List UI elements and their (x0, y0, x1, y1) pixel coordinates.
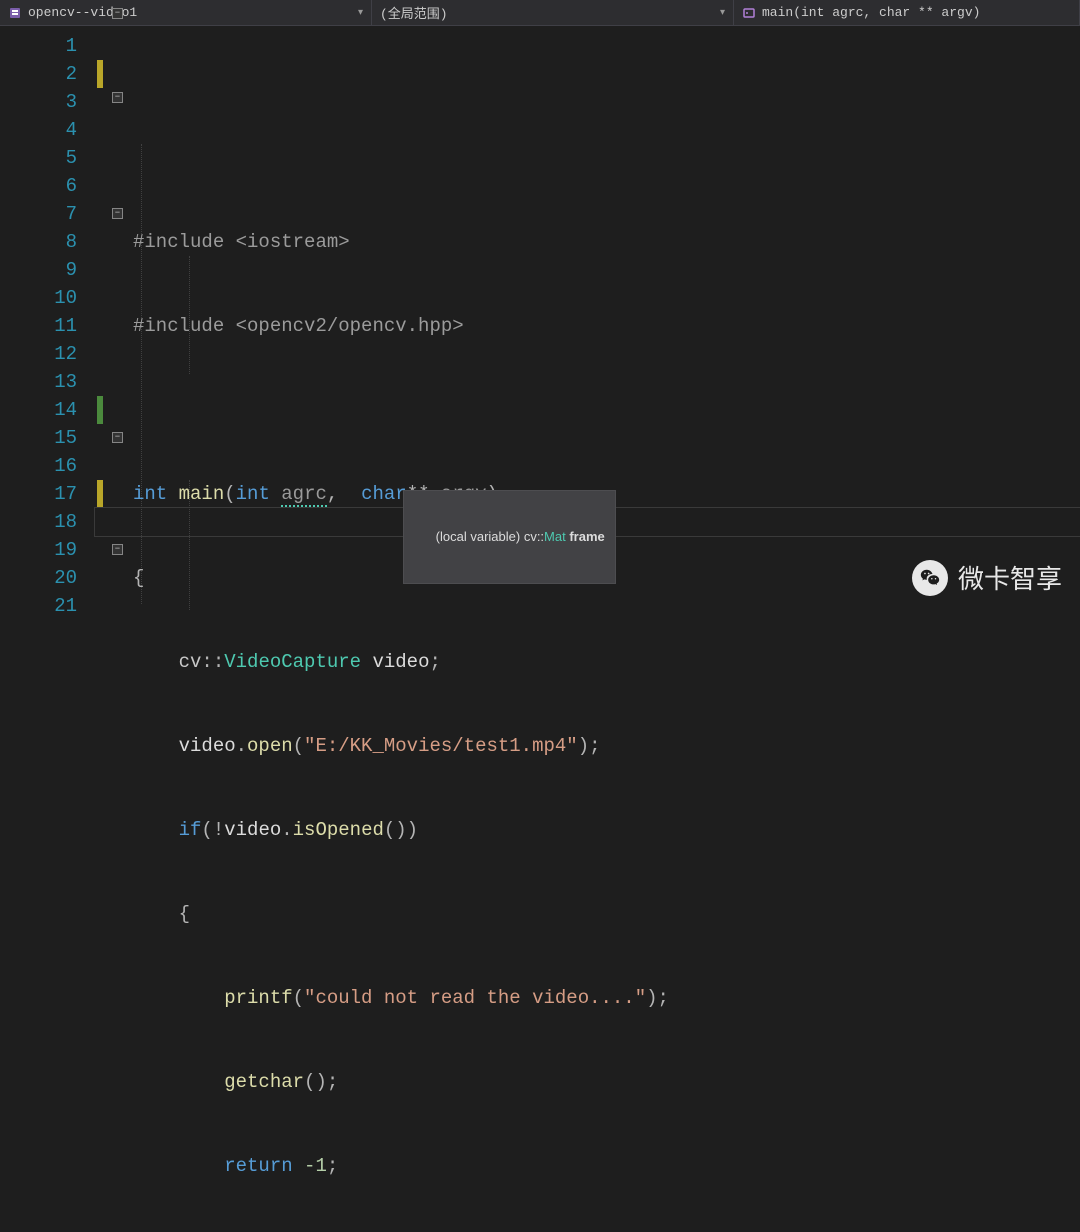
line-number: 1 (0, 32, 77, 60)
chevron-down-icon: ▾ (720, 7, 725, 19)
line-number: 6 (0, 172, 77, 200)
project-icon (8, 6, 22, 20)
watermark-text: 微卡智享 (958, 559, 1062, 596)
project-label: opencv--video1 (28, 5, 358, 20)
chevron-down-icon: ▾ (358, 7, 363, 19)
code-line: cv::VideoCapture video; (133, 648, 1080, 676)
code-line: #include <opencv2/opencv.hpp> (133, 312, 1080, 340)
line-number: 13 (0, 368, 77, 396)
line-number: 8 (0, 228, 77, 256)
line-number: 19 (0, 536, 77, 564)
watermark: 微卡智享 (912, 559, 1062, 596)
code-line: { (133, 900, 1080, 928)
line-number: 7 (0, 200, 77, 228)
code-editor[interactable]: 1 2 3 4 5 6 7 8 9 10 11 12 13 14 15 16 1… (0, 26, 1080, 616)
scope-label: (全局范围) (380, 3, 720, 22)
scope-dropdown[interactable]: (全局范围) ▾ (372, 0, 734, 25)
code-line: if(!video.isOpened()) (133, 816, 1080, 844)
line-number-gutter: 1 2 3 4 5 6 7 8 9 10 11 12 13 14 15 16 1… (0, 26, 95, 616)
hover-tooltip: (local variable) cv::Mat frame (403, 490, 616, 584)
line-number: 14 (0, 396, 77, 424)
code-line: #include <iostream> (133, 228, 1080, 256)
wechat-icon (912, 560, 948, 596)
line-number: 4 (0, 116, 77, 144)
function-label: main(int agrc, char ** argv) (762, 5, 1071, 20)
line-number: 5 (0, 144, 77, 172)
tooltip-type: Mat (544, 529, 566, 544)
line-number: 18 (0, 508, 77, 536)
line-number: 17 (0, 480, 77, 508)
line-number: 11 (0, 312, 77, 340)
line-number: 10 (0, 284, 77, 312)
line-number: 15 (0, 424, 77, 452)
code-line: return -1; (133, 1152, 1080, 1180)
line-number: 12 (0, 340, 77, 368)
code-line: video.open("E:/KK_Movies/test1.mp4"); (133, 732, 1080, 760)
indent-guide (141, 144, 142, 604)
code-line: printf("could not read the video...."); (133, 984, 1080, 1012)
function-icon (742, 6, 756, 20)
tooltip-name: frame (569, 529, 604, 544)
breadcrumb-navbar: opencv--video1 ▾ (全局范围) ▾ main(int agrc,… (0, 0, 1080, 26)
code-area[interactable]: #include <iostream> #include <opencv2/op… (95, 26, 1080, 616)
line-number: 20 (0, 564, 77, 592)
line-number: 3 (0, 88, 77, 116)
code-line: getchar(); (133, 1068, 1080, 1096)
fold-toggle-icon[interactable]: − (112, 8, 123, 19)
line-number: 9 (0, 256, 77, 284)
line-number: 2 (0, 60, 77, 88)
line-number: 16 (0, 452, 77, 480)
function-dropdown[interactable]: main(int agrc, char ** argv) (734, 0, 1080, 25)
project-dropdown[interactable]: opencv--video1 ▾ (0, 0, 372, 25)
code-line (133, 396, 1080, 424)
tooltip-prefix: (local variable) cv:: (436, 529, 544, 544)
